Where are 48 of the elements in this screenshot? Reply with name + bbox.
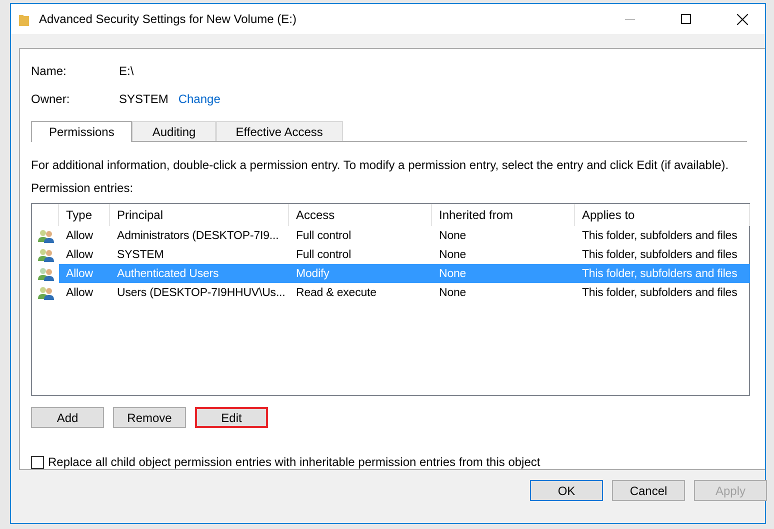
table-cell-text: SYSTEM <box>116 248 165 262</box>
users-icon <box>38 248 54 262</box>
table-cell: Authenticated Users <box>110 264 289 283</box>
entry-button[interactable]: Edit <box>195 407 268 428</box>
table-cell: This folder, subfolders and files <box>575 264 750 283</box>
dialog-button[interactable]: Cancel <box>612 480 685 501</box>
checkbox[interactable] <box>31 456 44 468</box>
column-header[interactable]: Inherited from <box>432 204 575 226</box>
table-cell-text: None <box>438 228 468 244</box>
table-cell: Allow <box>59 264 110 283</box>
entries-label: Permission entries: <box>31 181 134 195</box>
users-icon <box>38 228 54 242</box>
tab[interactable]: Auditing <box>132 121 216 141</box>
owner-value: SYSTEM <box>119 92 168 106</box>
table-cell-text: Allow <box>65 286 94 300</box>
table-cell: None <box>432 264 575 283</box>
table-cell-text: Full control <box>295 248 352 262</box>
table-cell-text: Full control <box>295 228 352 244</box>
table-cell-text: Allow <box>65 248 94 262</box>
column-header[interactable]: Type <box>59 204 110 226</box>
change-link[interactable]: Change <box>178 92 220 106</box>
table-cell-text: None <box>438 286 468 300</box>
checkbox-label: Replace all child object permission entries with inheritable permission entries from this object <box>48 455 540 469</box>
table-cell-text: This folder, subfolders and files <box>581 248 738 262</box>
tab[interactable]: Permissions <box>31 121 132 142</box>
info-text: For additional information, double-click a permission entry. To modify a permission entry, select the entry and click Edit (if available). <box>31 158 730 172</box>
table-cell-text: This folder, subfolders and files <box>581 228 738 244</box>
table-cell-text: This folder, subfolders and files <box>581 286 738 300</box>
owner-label: Owner: <box>31 92 71 106</box>
name-value: E:\ <box>119 64 134 78</box>
folder-icon <box>19 12 29 26</box>
tab[interactable]: Effective Access <box>216 121 343 141</box>
column-header[interactable]: Principal <box>110 204 289 226</box>
entry-button[interactable]: Remove <box>113 407 186 428</box>
dialog-button[interactable]: OK <box>530 480 603 501</box>
table-cell-text: None <box>438 248 468 262</box>
entry-button[interactable]: Add <box>31 407 104 428</box>
users-icon <box>38 286 54 300</box>
table-cell-text: Read & execute <box>295 286 378 300</box>
users-icon <box>38 266 54 280</box>
column-header[interactable]: Applies to <box>575 204 750 226</box>
table-cell-text: Allow <box>65 228 94 244</box>
name-label: Name: <box>31 64 68 78</box>
table-cell: Modify <box>289 264 432 283</box>
window-title: Advanced Security Settings for New Volume (E:) <box>39 12 298 26</box>
column-header[interactable]: Access <box>289 204 432 226</box>
table-cell-text: Administrators (DESKTOP-7I9... <box>116 228 280 244</box>
table-cell-text: Users (DESKTOP-7I9HHUV\Us... <box>116 286 286 300</box>
